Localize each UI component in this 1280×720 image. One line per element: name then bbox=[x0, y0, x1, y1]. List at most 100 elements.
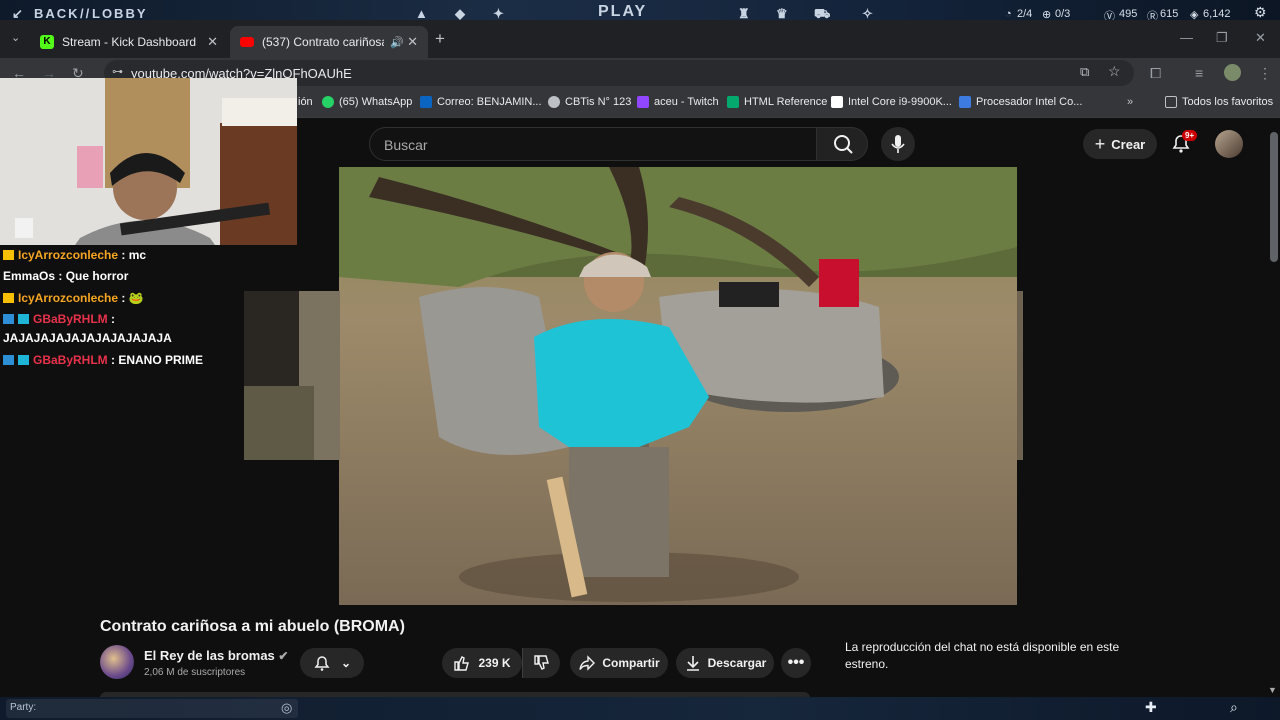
ready-count: 0/3 bbox=[1055, 8, 1071, 20]
more-bookmarks-chevron-icon[interactable]: » bbox=[1127, 96, 1133, 108]
add-friend-icon[interactable]: ✚ bbox=[1145, 699, 1157, 716]
doc-icon bbox=[959, 96, 971, 108]
download-label: Descargar bbox=[707, 656, 767, 670]
page-scrollbar[interactable] bbox=[1270, 132, 1278, 262]
globe-icon bbox=[548, 96, 560, 108]
voice-icon[interactable]: ◎ bbox=[281, 700, 292, 716]
chat-message: GBaByRHLM : bbox=[3, 311, 115, 327]
game-nav-icon[interactable]: ▲ bbox=[415, 6, 430, 21]
gifter-badge-icon bbox=[18, 355, 29, 365]
currency-3: 6,142 bbox=[1203, 8, 1231, 20]
channel-avatar[interactable] bbox=[100, 645, 134, 679]
tab-title: Stream - Kick Dashboard bbox=[62, 35, 197, 49]
currency-2: 615 bbox=[1160, 8, 1179, 20]
video-frame-image bbox=[339, 167, 1017, 605]
whatsapp-icon bbox=[322, 96, 334, 108]
subscription-bell-button[interactable]: ⌄ bbox=[300, 648, 364, 678]
tab-kick-dashboard[interactable]: K Stream - Kick Dashboard ✕ bbox=[30, 26, 228, 58]
party-label: Party: bbox=[10, 702, 37, 713]
bookmark-item[interactable]: Procesador Intel Co... bbox=[959, 96, 1082, 108]
video-title: Contrato cariñosa a mi abuelo (BROMA) bbox=[100, 618, 405, 635]
profile-avatar[interactable] bbox=[1224, 64, 1241, 81]
browser-menu-icon[interactable]: ⋮ bbox=[1258, 65, 1272, 82]
channel-name-text: El Rey de las bromas bbox=[144, 648, 275, 663]
folder-icon bbox=[1165, 96, 1177, 108]
bookmark-item[interactable]: (65) WhatsApp bbox=[322, 96, 412, 108]
share-icon bbox=[579, 655, 596, 671]
media-control-icon[interactable]: ≡ bbox=[1195, 65, 1203, 81]
verified-badge-icon: ✔ bbox=[278, 649, 289, 663]
site-info-icon[interactable]: ⊶ bbox=[112, 65, 123, 78]
channel-name[interactable]: El Rey de las bromas ✔ bbox=[144, 648, 288, 663]
chat-text: mc bbox=[128, 248, 147, 262]
tab-search-chevron-icon[interactable]: ⌄ bbox=[11, 31, 20, 44]
maximize-icon[interactable]: ❐ bbox=[1216, 30, 1228, 46]
like-button[interactable]: 239 K bbox=[442, 648, 522, 678]
bookmark-item[interactable]: aceu - Twitch bbox=[637, 96, 719, 108]
separator: // bbox=[80, 6, 92, 21]
install-app-icon[interactable]: ⧉ bbox=[1080, 64, 1089, 80]
tab-title: (537) Contrato cariñosa a m bbox=[262, 35, 384, 49]
download-button[interactable]: Descargar bbox=[676, 648, 774, 678]
more-horizontal-icon: ••• bbox=[787, 654, 805, 671]
audio-playing-icon[interactable]: 🔊 bbox=[390, 36, 404, 49]
more-actions-button[interactable]: ••• bbox=[781, 648, 811, 678]
scroll-down-arrow-icon[interactable]: ▼ bbox=[1268, 685, 1277, 695]
share-button[interactable]: Compartir bbox=[570, 648, 668, 678]
party-chat-input[interactable] bbox=[6, 699, 298, 718]
search-input[interactable]: Buscar bbox=[369, 127, 817, 161]
bookmark-label: Correo: BENJAMIN... bbox=[437, 96, 542, 108]
outlook-icon bbox=[420, 96, 432, 108]
w3-icon bbox=[727, 96, 739, 108]
webcam-image bbox=[0, 78, 297, 245]
search-button[interactable] bbox=[816, 127, 868, 161]
amazon-icon bbox=[831, 96, 843, 108]
thumbs-up-icon bbox=[454, 656, 470, 671]
create-button[interactable]: + Crear bbox=[1083, 129, 1157, 159]
new-tab-button[interactable]: + bbox=[435, 29, 445, 49]
bookmark-label: Procesador Intel Co... bbox=[976, 96, 1083, 108]
bookmark-item[interactable]: ión bbox=[298, 96, 313, 108]
close-window-icon[interactable]: ✕ bbox=[1255, 30, 1266, 46]
minimize-icon[interactable]: — bbox=[1180, 30, 1193, 45]
dislike-button[interactable] bbox=[522, 648, 560, 678]
chat-username: GBaByRHLM bbox=[33, 353, 108, 367]
all-bookmarks-folder[interactable]: Todos los favoritos bbox=[1165, 96, 1273, 108]
bookmark-item[interactable]: HTML Reference bbox=[727, 96, 827, 108]
video-player[interactable] bbox=[339, 167, 1017, 605]
chat-username: IcyArrozconleche bbox=[18, 248, 119, 262]
account-avatar[interactable] bbox=[1215, 130, 1243, 158]
microphone-icon bbox=[891, 135, 905, 153]
settings-gear-icon[interactable]: ⚙ bbox=[1254, 4, 1267, 21]
create-label: Crear bbox=[1111, 136, 1146, 152]
chat-text: Que horror bbox=[65, 269, 129, 283]
game-back-button[interactable]: BACK bbox=[34, 6, 80, 21]
extensions-icon[interactable]: ⧠ bbox=[1150, 65, 1161, 82]
video-ghost-frame-left bbox=[244, 291, 340, 460]
chat-username: IcyArrozconleche bbox=[18, 291, 119, 305]
chat-text: ENANO PRIME bbox=[118, 353, 204, 367]
close-tab-icon[interactable]: ✕ bbox=[407, 34, 418, 50]
prime-badge-icon bbox=[3, 355, 14, 365]
search-icon[interactable]: ⌕ bbox=[1230, 699, 1238, 716]
close-tab-icon[interactable]: ✕ bbox=[207, 34, 218, 50]
bookmark-item[interactable]: Correo: BENJAMIN... bbox=[420, 96, 542, 108]
search-placeholder: Buscar bbox=[384, 137, 428, 153]
streamer-webcam bbox=[0, 78, 297, 245]
bookmark-star-icon[interactable]: ☆ bbox=[1108, 63, 1121, 80]
ghost-frame-image bbox=[244, 291, 340, 460]
tab-youtube-video[interactable]: (537) Contrato cariñosa a m 🔊 ✕ bbox=[230, 26, 428, 58]
voice-search-button[interactable] bbox=[881, 127, 915, 161]
game-party-bar: Party: ◎ ✚ ⌕ bbox=[0, 697, 1280, 720]
chat-message: IcyArrozconleche : 🐸 bbox=[3, 290, 144, 306]
bookmark-item[interactable]: Intel Core i9-9900K... bbox=[831, 96, 952, 108]
bookmark-item[interactable]: CBTis N° 123 bbox=[548, 96, 631, 108]
subscriber-badge-icon bbox=[3, 250, 14, 260]
game-play-button[interactable]: PLAY bbox=[598, 3, 647, 21]
chat-message: GBaByRHLM : ENANO PRIME bbox=[3, 352, 203, 368]
bookmark-label: Todos los favoritos bbox=[1182, 96, 1274, 108]
game-lobby-label[interactable]: LOBBY bbox=[92, 6, 148, 21]
browser-tab-bar: ⌄ K Stream - Kick Dashboard ✕ (537) Cont… bbox=[0, 20, 1280, 58]
bell-icon bbox=[314, 656, 330, 671]
download-icon bbox=[686, 656, 699, 671]
